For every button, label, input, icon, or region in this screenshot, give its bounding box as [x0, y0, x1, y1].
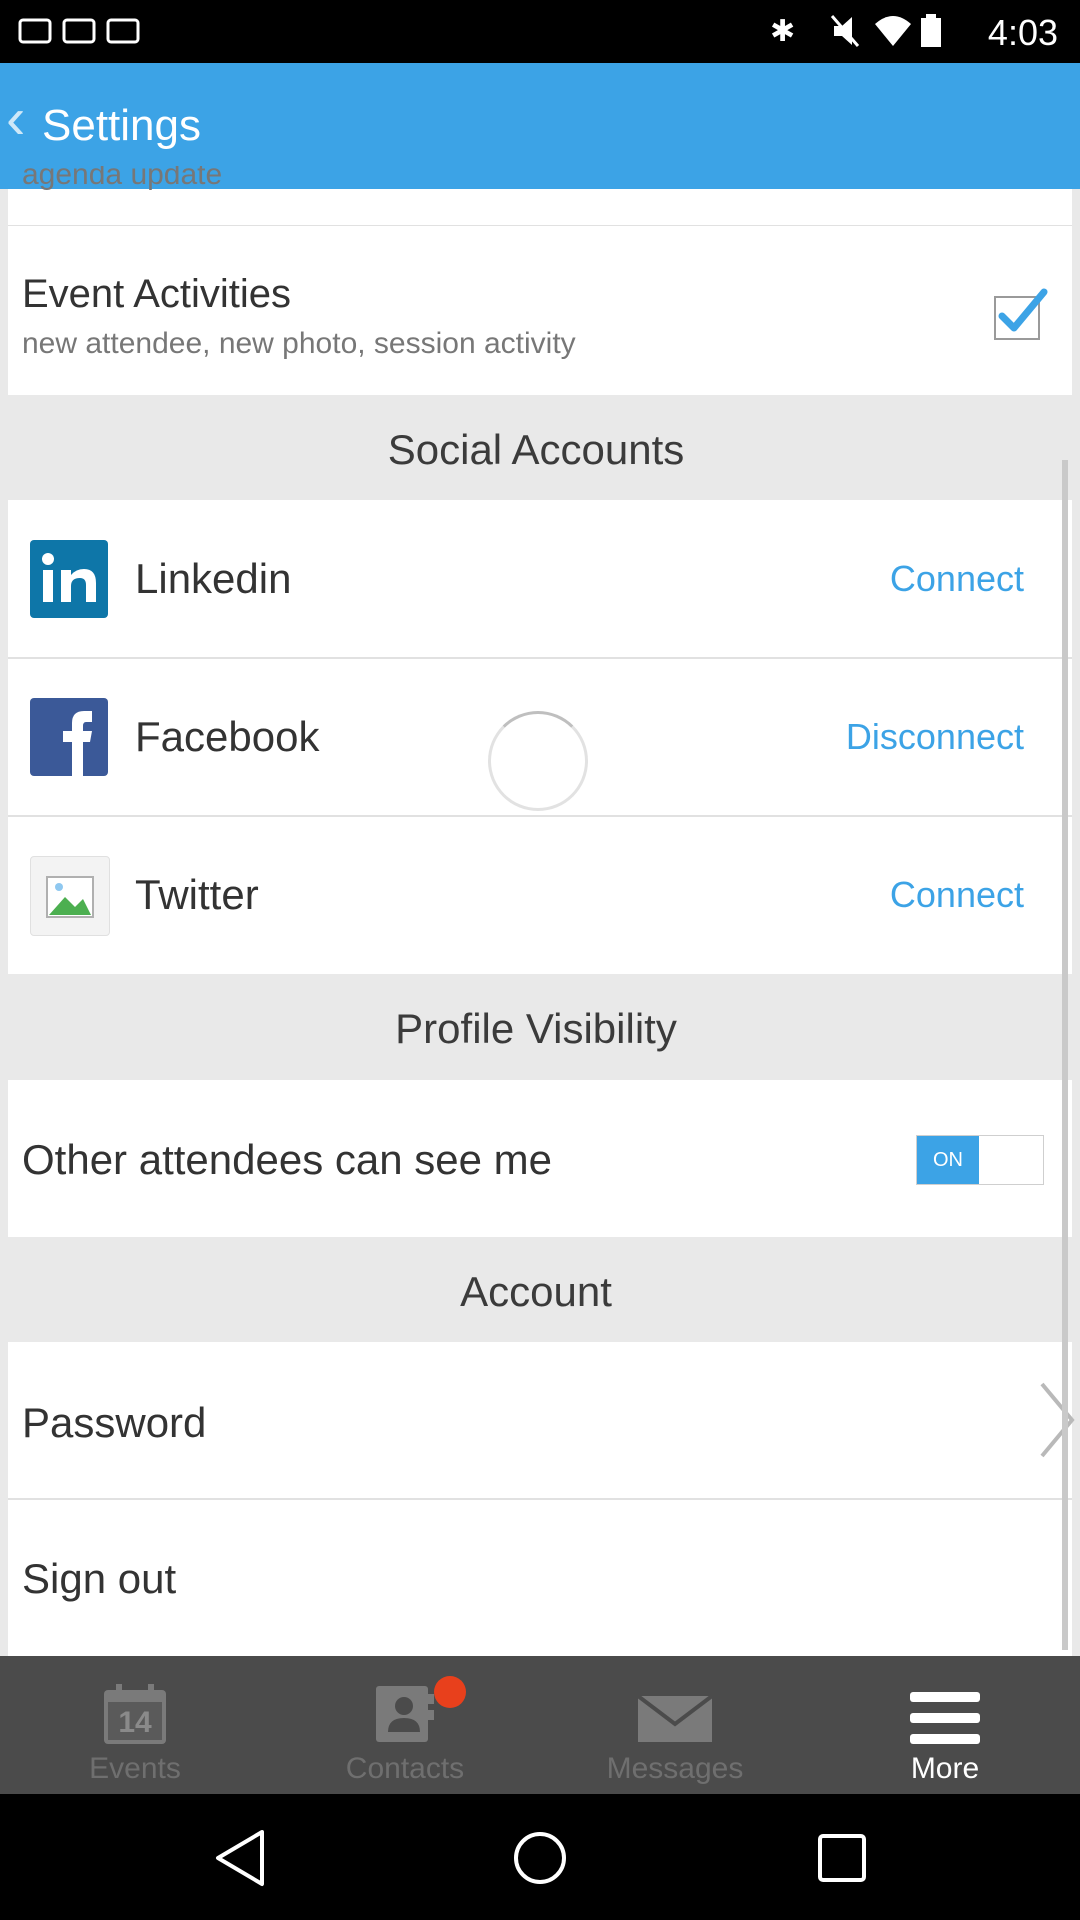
checkmark-icon — [998, 288, 1048, 332]
social-row-twitter[interactable]: Twitter Connect — [8, 816, 1072, 973]
visibility-setting-label: Other attendees can see me — [22, 1136, 552, 1183]
password-label: Password — [22, 1399, 207, 1446]
linkedin-icon — [30, 540, 108, 618]
nav-messages[interactable]: Messages — [540, 1656, 810, 1794]
section-title-account: Account — [460, 1268, 612, 1315]
envelope-icon — [638, 1696, 712, 1742]
bluetooth-icon: ✱ — [770, 15, 796, 48]
nav-events[interactable]: 14 Events — [0, 1656, 270, 1794]
notification-icons — [18, 14, 168, 56]
loading-spinner-icon — [488, 711, 588, 811]
event-activities-subtitle: new attendee, new photo, session activit… — [22, 327, 576, 360]
battery-icon — [920, 14, 942, 56]
nav-label: Events — [89, 1752, 181, 1785]
contacts-badge — [434, 1676, 466, 1708]
event-activities-title: Event Activities — [22, 272, 292, 316]
wifi-icon — [875, 14, 911, 56]
password-row[interactable]: Password — [8, 1342, 1075, 1498]
home-icon[interactable] — [512, 1830, 568, 1886]
nav-label: Messages — [606, 1752, 744, 1785]
status-bar: ✱ 4:03 — [0, 0, 1080, 63]
calendar-day: 14 — [118, 1706, 152, 1739]
social-name: Facebook — [135, 713, 320, 760]
page-title[interactable]: Settings — [42, 101, 201, 151]
divider — [8, 225, 1072, 226]
nav-label: More — [910, 1752, 980, 1785]
social-name: Linkedin — [135, 555, 292, 602]
contacts-icon — [376, 1686, 434, 1742]
nav-contacts[interactable]: Contacts — [270, 1656, 540, 1794]
chevron-right-icon — [1040, 1382, 1075, 1458]
toggle-on-label: ON — [917, 1136, 979, 1184]
social-row-linkedin[interactable]: Linkedin Connect — [8, 500, 1072, 657]
system-nav-bar — [0, 1794, 1080, 1920]
twitter-connect-button[interactable]: Connect — [890, 874, 1024, 916]
sign-out-label: Sign out — [22, 1555, 177, 1602]
status-time: 4:03 — [987, 12, 1058, 53]
visibility-toggle[interactable]: ON — [916, 1135, 1044, 1185]
nav-label: Contacts — [345, 1752, 465, 1785]
scrollbar[interactable] — [1062, 460, 1068, 1650]
partial-item-text: agenda update — [22, 166, 223, 190]
event-activities-checkbox[interactable] — [994, 288, 1048, 340]
sign-out-row[interactable]: Sign out — [8, 1500, 1072, 1656]
linkedin-connect-button[interactable]: Connect — [890, 558, 1024, 600]
back-icon[interactable] — [212, 1828, 268, 1888]
mute-icon — [830, 14, 860, 56]
bottom-nav: 14 Events Contacts Messages More — [0, 1656, 1080, 1794]
back-chevron-icon[interactable]: ‹ — [6, 85, 25, 152]
section-title-social-accounts: Social Accounts — [387, 426, 685, 473]
facebook-disconnect-button[interactable]: Disconnect — [846, 716, 1024, 758]
menu-icon — [910, 1692, 980, 1744]
recents-icon[interactable] — [816, 1832, 868, 1884]
facebook-icon — [30, 698, 108, 776]
social-name: Twitter — [135, 871, 259, 918]
nav-more[interactable]: More — [810, 1656, 1080, 1794]
section-title-profile-visibility: Profile Visibility — [395, 1005, 677, 1052]
broken-image-icon — [30, 856, 110, 936]
